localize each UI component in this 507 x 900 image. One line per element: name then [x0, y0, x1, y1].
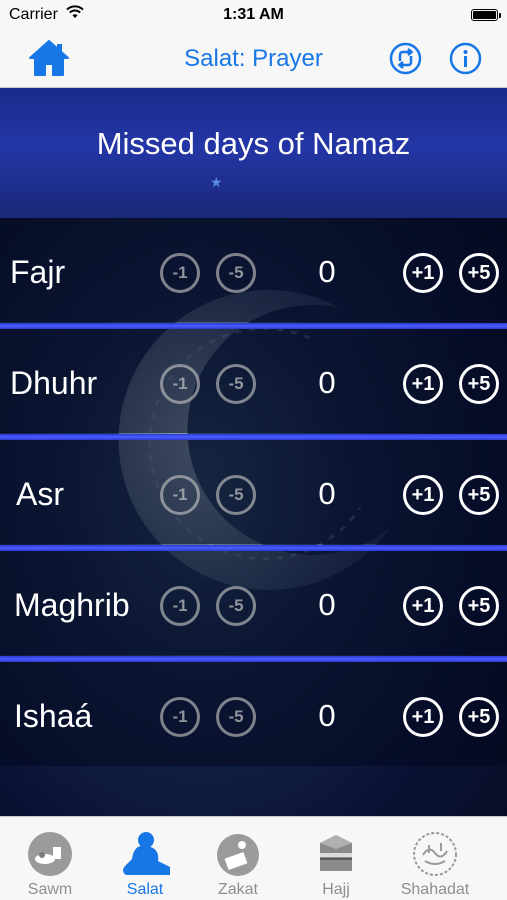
prayer-row-dhuhr: Dhuhr -1 -5 0 +1 +5 [0, 329, 507, 440]
tab-label: Hajj [322, 881, 350, 898]
tab-label: Zakat [217, 881, 258, 898]
tab-label: Sawm [27, 881, 73, 898]
prayer-name: Dhuhr [10, 365, 98, 401]
minus-one-button[interactable]: -1 [160, 586, 200, 626]
plus-one-button[interactable]: +1 [403, 586, 443, 626]
clock: 1:31 AM [223, 6, 284, 23]
minus-one-button[interactable]: -1 [160, 253, 200, 293]
salat-icon [123, 832, 170, 875]
prayer-name: Ishaá [14, 698, 93, 734]
minus-five-button[interactable]: -5 [216, 697, 256, 737]
tab-salat[interactable]: Salat [95, 817, 195, 900]
tab-sawm[interactable]: Sawm [0, 817, 100, 900]
sawm-icon [28, 832, 72, 876]
hajj-icon [320, 835, 352, 871]
tab-bar: Sawm Salat Zakat Hajj Shahadat [0, 816, 507, 900]
prayer-name: Fajr [10, 254, 66, 290]
page-title: Salat: Prayer [184, 45, 323, 72]
prayer-row-ishaa: Ishaá -1 -5 0 +1 +5 [0, 662, 507, 766]
plus-five-button[interactable]: +5 [459, 475, 499, 515]
plus-five-button[interactable]: +5 [459, 586, 499, 626]
tab-hajj[interactable]: Hajj [286, 817, 386, 900]
plus-one-button[interactable]: +1 [403, 697, 443, 737]
minus-one-button[interactable]: -1 [160, 697, 200, 737]
missed-count: 0 [318, 365, 336, 400]
plus-one-button[interactable]: +1 [403, 364, 443, 404]
main-content: Missed days of Namaz ★ Fajr -1 -5 0 +1 +… [0, 88, 507, 816]
plus-five-button[interactable]: +5 [459, 253, 499, 293]
star-icon: ★ [210, 174, 223, 190]
tab-zakat[interactable]: Zakat [188, 817, 288, 900]
prayer-name: Maghrib [14, 587, 130, 623]
missed-count: 0 [318, 476, 336, 511]
minus-one-button[interactable]: -1 [160, 475, 200, 515]
minus-five-button[interactable]: -5 [216, 364, 256, 404]
minus-five-button[interactable]: -5 [216, 475, 256, 515]
section-heading: Missed days of Namaz [96, 126, 411, 161]
missed-count: 0 [318, 698, 336, 733]
sync-icon [389, 42, 422, 75]
minus-five-button[interactable]: -5 [216, 586, 256, 626]
plus-one-button[interactable]: +1 [403, 475, 443, 515]
minus-one-button[interactable]: -1 [160, 364, 200, 404]
plus-five-button[interactable]: +5 [459, 364, 499, 404]
status-bar: Carrier 1:31 AM [0, 0, 507, 30]
prayer-name: Asr [16, 476, 64, 512]
plus-one-button[interactable]: +1 [403, 253, 443, 293]
prayer-row-maghrib: Maghrib -1 -5 0 +1 +5 [0, 551, 507, 662]
navigation-bar: Salat: Prayer [0, 30, 507, 88]
missed-count: 0 [318, 254, 336, 289]
tab-label: Salat [126, 881, 164, 898]
battery-icon [471, 9, 501, 21]
zakat-icon [217, 834, 259, 876]
missed-count: 0 [318, 587, 336, 622]
prayer-row-asr: Asr -1 -5 0 +1 +5 [0, 440, 507, 551]
tab-shahadat[interactable]: Shahadat [385, 817, 485, 900]
minus-five-button[interactable]: -5 [216, 253, 256, 293]
info-button[interactable] [449, 42, 482, 75]
header-banner: Missed days of Namaz ★ [0, 88, 507, 218]
prayer-row-fajr: Fajr -1 -5 0 +1 +5 [0, 218, 507, 329]
tab-label: Shahadat [400, 881, 470, 898]
plus-five-button[interactable]: +5 [459, 697, 499, 737]
shahadat-icon [413, 832, 457, 876]
sync-button[interactable] [389, 42, 422, 75]
info-icon [449, 42, 482, 75]
